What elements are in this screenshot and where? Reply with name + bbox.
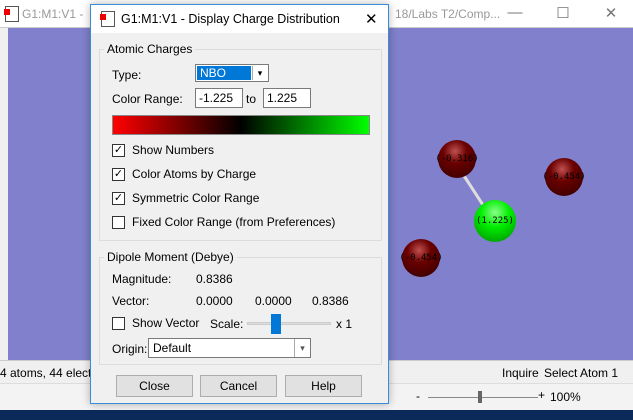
close-button[interactable]: Close xyxy=(116,375,193,397)
chevron-down-icon: ▾ xyxy=(252,66,267,80)
atomic-charges-group: Atomic Charges Type: NBO ▾ Color Range: … xyxy=(99,42,382,241)
vector-x: 0.0000 xyxy=(196,294,233,308)
help-button[interactable]: Help xyxy=(285,375,362,397)
origin-selected-value: Default xyxy=(153,341,192,355)
main-window-title: G1:M1:V1 - xyxy=(22,7,84,21)
show-vector-checkbox[interactable] xyxy=(112,317,125,330)
dipole-moment-group: Dipole Moment (Debye) Magnitude: 0.8386 … xyxy=(99,250,382,365)
to-label: to xyxy=(246,92,257,106)
taskbar xyxy=(0,410,633,420)
atom-oxygen[interactable]: (-0.454) xyxy=(542,158,586,196)
vector-label: Vector: xyxy=(112,294,150,308)
origin-select[interactable]: Default ▾ xyxy=(148,338,311,358)
magnitude-value: 0.8386 xyxy=(196,272,233,286)
dialog-title: G1:M1:V1 - Display Charge Distribution xyxy=(121,12,340,26)
minimize-button[interactable]: — xyxy=(500,4,530,24)
range-max-input[interactable]: 1.225 xyxy=(263,88,311,108)
vector-z: 0.8386 xyxy=(312,294,349,308)
type-select[interactable]: NBO ▾ xyxy=(195,64,269,82)
dialog-icon xyxy=(100,11,115,27)
checkbox-label: Color Atoms by Charge xyxy=(132,167,257,181)
origin-label: Origin: xyxy=(112,342,148,356)
scale-slider-thumb[interactable] xyxy=(271,314,282,334)
checkbox-label: Fixed Color Range (from Preferences) xyxy=(132,215,336,229)
close-window-button[interactable]: ✕ xyxy=(596,4,626,24)
show-numbers-checkbox[interactable]: ✓ xyxy=(112,144,125,157)
atom-charge-label: (1.225) xyxy=(476,216,514,226)
atom-charge-label: (-0.454) xyxy=(399,253,443,263)
status-action: Select Atom 1 xyxy=(544,366,619,380)
left-panel xyxy=(0,28,8,360)
main-window-title-path: 18/Labs T2/Comp... xyxy=(395,7,501,21)
checkbox-label: Show Numbers xyxy=(132,143,215,157)
chevron-down-icon: ▾ xyxy=(294,339,310,357)
dialog-close-button[interactable]: ✕ xyxy=(365,10,378,28)
atom-oxygen[interactable]: (-0.316) xyxy=(435,140,479,178)
zoom-in-button[interactable]: + xyxy=(538,388,545,402)
vector-y: 0.0000 xyxy=(255,294,292,308)
scale-value: x 1 xyxy=(336,317,353,331)
magnitude-label: Magnitude: xyxy=(112,272,172,286)
checkbox-label: Symmetric Color Range xyxy=(132,191,260,205)
type-selected-value: NBO xyxy=(197,66,251,80)
maximize-button[interactable]: ☐ xyxy=(548,4,578,24)
cancel-button[interactable]: Cancel xyxy=(200,375,277,397)
charge-distribution-dialog: G1:M1:V1 - Display Charge Distribution ✕… xyxy=(90,4,389,404)
type-label: Type: xyxy=(112,68,142,82)
range-min-input[interactable]: -1.225 xyxy=(195,88,243,108)
checkbox-label: Show Vector xyxy=(132,316,200,330)
scale-label: Scale: xyxy=(210,317,244,331)
color-scale-bar xyxy=(112,115,370,135)
zoom-slider-thumb[interactable] xyxy=(478,391,482,403)
status-info: 4 atoms, 44 elect xyxy=(0,366,92,380)
atom-charge-label: (-0.316) xyxy=(435,154,479,164)
zoom-level: 100% xyxy=(550,390,581,404)
status-mode: Inquire xyxy=(502,366,539,380)
group-legend: Atomic Charges xyxy=(104,42,196,56)
atom-oxygen[interactable]: (-0.454) xyxy=(399,239,443,277)
zoom-slider[interactable] xyxy=(428,397,538,398)
zoom-out-button[interactable]: - xyxy=(416,389,420,403)
atom-central[interactable]: (1.225) xyxy=(474,200,516,242)
group-legend: Dipole Moment (Debye) xyxy=(104,250,237,264)
app-icon xyxy=(4,6,19,22)
scale-slider[interactable] xyxy=(247,322,331,325)
atom-charge-label: (-0.454) xyxy=(542,172,586,182)
fixed-range-checkbox[interactable] xyxy=(112,216,125,229)
symmetric-range-checkbox[interactable]: ✓ xyxy=(112,192,125,205)
color-range-label: Color Range: xyxy=(112,92,183,106)
color-atoms-checkbox[interactable]: ✓ xyxy=(112,168,125,181)
dialog-titlebar: G1:M1:V1 - Display Charge Distribution ✕ xyxy=(91,5,388,33)
